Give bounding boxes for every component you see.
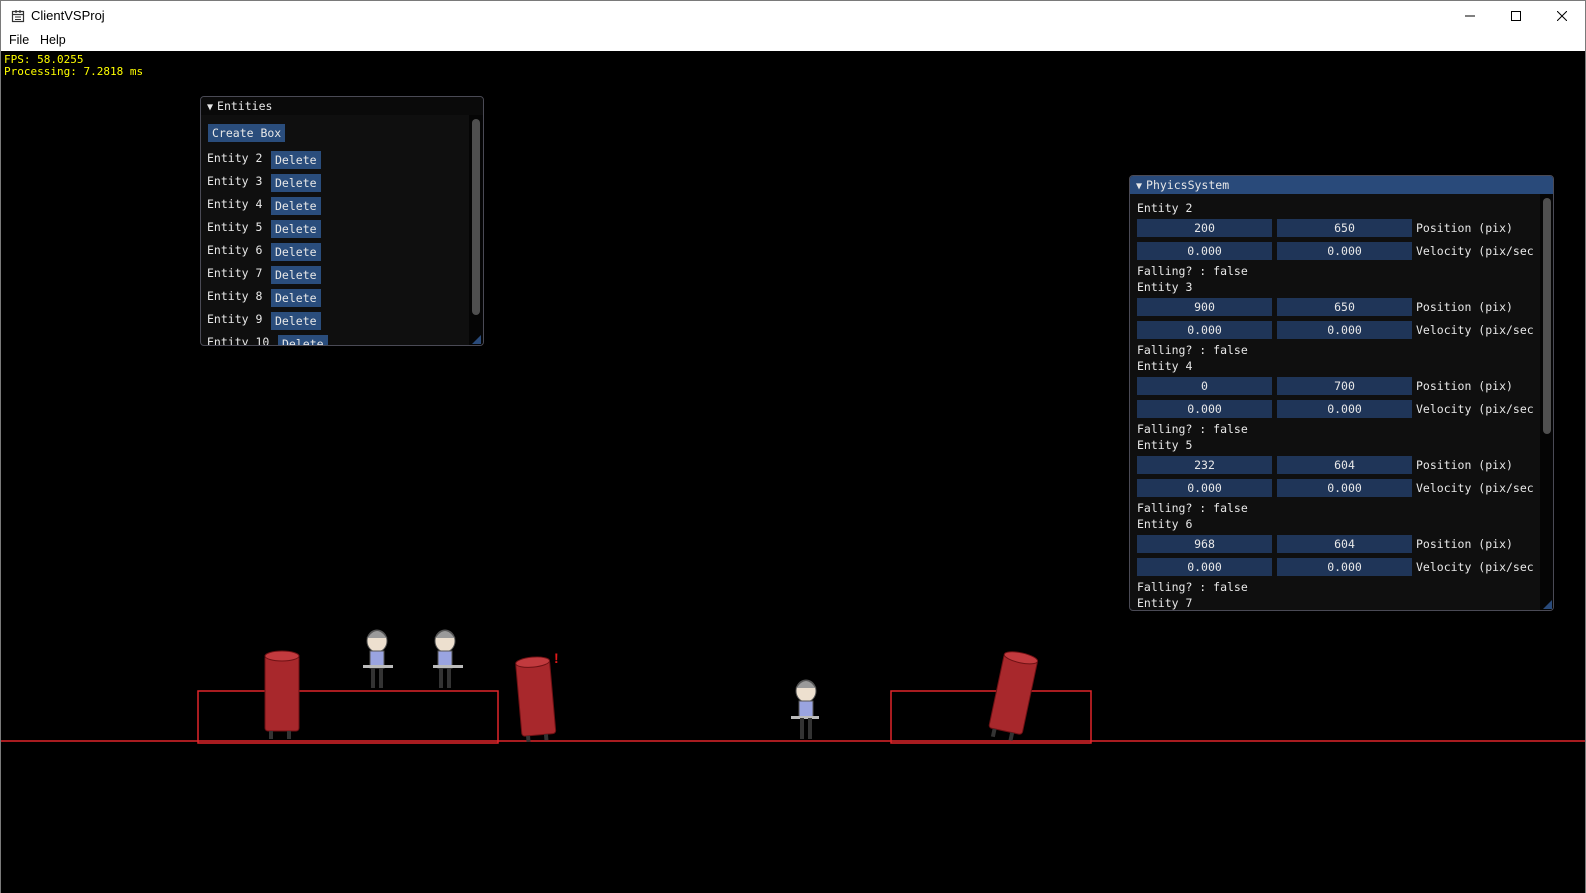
entity-label: Entity 7 <box>207 266 263 280</box>
physics-window-title-text: PhyicsSystem <box>1146 178 1230 192</box>
physics-window[interactable]: ▼ PhyicsSystem Entity 2 200 650 Position … <box>1129 175 1554 611</box>
entity-label: Entity 4 <box>207 197 263 211</box>
velocity-y-input[interactable]: 0.000 <box>1277 558 1412 576</box>
velocity-x-input[interactable]: 0.000 <box>1137 400 1272 418</box>
entity-label: Entity 3 <box>207 174 263 188</box>
punching-bag <box>264 650 300 739</box>
falling-status: Falling? : false <box>1137 580 1248 594</box>
maximize-icon <box>1511 11 1521 21</box>
position-x-input[interactable]: 200 <box>1137 219 1272 237</box>
delete-entity-button[interactable]: Delete <box>278 335 328 345</box>
player-character <box>363 629 393 688</box>
delete-entity-button[interactable]: Delete <box>271 174 321 192</box>
resize-grip-icon[interactable] <box>1543 600 1552 609</box>
menu-bar: File Help <box>0 30 1586 51</box>
stats-overlay: FPS: 58.0255 Processing: 7.2818 ms <box>4 54 143 78</box>
delete-entity-button[interactable]: Delete <box>271 220 321 238</box>
delete-entity-button[interactable]: Delete <box>271 266 321 284</box>
position-y-input[interactable]: 650 <box>1277 298 1412 316</box>
close-button[interactable] <box>1539 1 1585 31</box>
entity-label: Entity 6 <box>207 243 263 257</box>
punching-bag <box>988 651 1039 741</box>
processing-readout: Processing: 7.2818 ms <box>4 65 144 78</box>
position-y-input[interactable]: 604 <box>1277 535 1412 553</box>
position-y-input[interactable]: 604 <box>1277 456 1412 474</box>
velocity-x-input[interactable]: 0.000 <box>1137 321 1272 339</box>
punching-bag <box>515 656 557 742</box>
entities-window-title-text: Entities <box>217 99 273 113</box>
collapse-triangle-icon[interactable]: ▼ <box>207 99 213 117</box>
falling-status: Falling? : false <box>1137 422 1248 436</box>
alert-mark: ! <box>554 650 559 666</box>
collision-box <box>197 690 499 744</box>
position-x-input[interactable]: 968 <box>1137 535 1272 553</box>
velocity-x-input[interactable]: 0.000 <box>1137 479 1272 497</box>
velocity-x-input[interactable]: 0.000 <box>1137 558 1272 576</box>
entities-window-title[interactable]: ▼ Entities <box>201 97 483 115</box>
position-label: Position (pix) <box>1416 300 1513 314</box>
delete-entity-button[interactable]: Delete <box>271 289 321 307</box>
position-label: Position (pix) <box>1416 379 1513 393</box>
entities-window[interactable]: ▼ Entities Create Box Entity 2 Delete Ent… <box>200 96 484 346</box>
delete-entity-button[interactable]: Delete <box>271 312 321 330</box>
physics-entity-name: Entity 6 <box>1137 517 1193 531</box>
title-bar: ClientVSProj <box>0 0 1586 30</box>
close-icon <box>1557 11 1567 21</box>
entity-label: Entity 8 <box>207 289 263 303</box>
velocity-y-input[interactable]: 0.000 <box>1277 321 1412 339</box>
menu-help[interactable]: Help <box>40 33 66 47</box>
velocity-label: Velocity (pix/sec <box>1416 244 1534 258</box>
entity-label: Entity 2 <box>207 151 263 165</box>
position-x-input[interactable]: 0 <box>1137 377 1272 395</box>
delete-entity-button[interactable]: Delete <box>271 151 321 169</box>
physics-entity-name: Entity 2 <box>1137 201 1193 215</box>
player-character <box>791 679 819 739</box>
velocity-label: Velocity (pix/sec <box>1416 323 1534 337</box>
position-label: Position (pix) <box>1416 458 1513 472</box>
physics-window-title[interactable]: ▼ PhyicsSystem <box>1130 176 1553 194</box>
physics-entity-name: Entity 7 <box>1137 596 1193 610</box>
velocity-y-input[interactable]: 0.000 <box>1277 400 1412 418</box>
delete-entity-button[interactable]: Delete <box>271 197 321 215</box>
delete-entity-button[interactable]: Delete <box>271 243 321 261</box>
velocity-y-input[interactable]: 0.000 <box>1277 479 1412 497</box>
app-icon <box>11 10 25 23</box>
position-y-input[interactable]: 700 <box>1277 377 1412 395</box>
falling-status: Falling? : false <box>1137 264 1248 278</box>
physics-entity-name: Entity 5 <box>1137 438 1193 452</box>
menu-file[interactable]: File <box>9 33 29 47</box>
velocity-label: Velocity (pix/sec <box>1416 402 1534 416</box>
game-viewport[interactable]: ! FPS: 58.0255 Processing: 7.2818 ms ▼ E… <box>0 51 1586 893</box>
entity-label: Entity 5 <box>207 220 263 234</box>
position-x-input[interactable]: 232 <box>1137 456 1272 474</box>
physics-scrollbar-thumb[interactable] <box>1543 198 1551 434</box>
falling-status: Falling? : false <box>1137 501 1248 515</box>
minimize-icon <box>1465 15 1475 17</box>
velocity-y-input[interactable]: 0.000 <box>1277 242 1412 260</box>
velocity-label: Velocity (pix/sec <box>1416 481 1534 495</box>
create-box-button[interactable]: Create Box <box>208 124 286 142</box>
collapse-triangle-icon[interactable]: ▼ <box>1136 178 1142 196</box>
maximize-button[interactable] <box>1493 1 1539 31</box>
entity-label: Entity 9 <box>207 312 263 326</box>
entity-label: Entity 10 <box>207 335 270 346</box>
physics-scrollbar[interactable] <box>1540 194 1553 610</box>
entities-scrollbar[interactable] <box>469 115 483 345</box>
position-label: Position (pix) <box>1416 221 1513 235</box>
entities-scrollbar-thumb[interactable] <box>472 119 480 315</box>
physics-entity-name: Entity 3 <box>1137 280 1193 294</box>
falling-status: Falling? : false <box>1137 343 1248 357</box>
velocity-label: Velocity (pix/sec <box>1416 560 1534 574</box>
position-x-input[interactable]: 900 <box>1137 298 1272 316</box>
resize-grip-icon[interactable] <box>472 335 481 344</box>
window-title: ClientVSProj <box>31 8 105 23</box>
position-label: Position (pix) <box>1416 537 1513 551</box>
player-character <box>433 629 463 688</box>
position-y-input[interactable]: 650 <box>1277 219 1412 237</box>
physics-entity-name: Entity 4 <box>1137 359 1193 373</box>
velocity-x-input[interactable]: 0.000 <box>1137 242 1272 260</box>
minimize-button[interactable] <box>1447 1 1493 31</box>
